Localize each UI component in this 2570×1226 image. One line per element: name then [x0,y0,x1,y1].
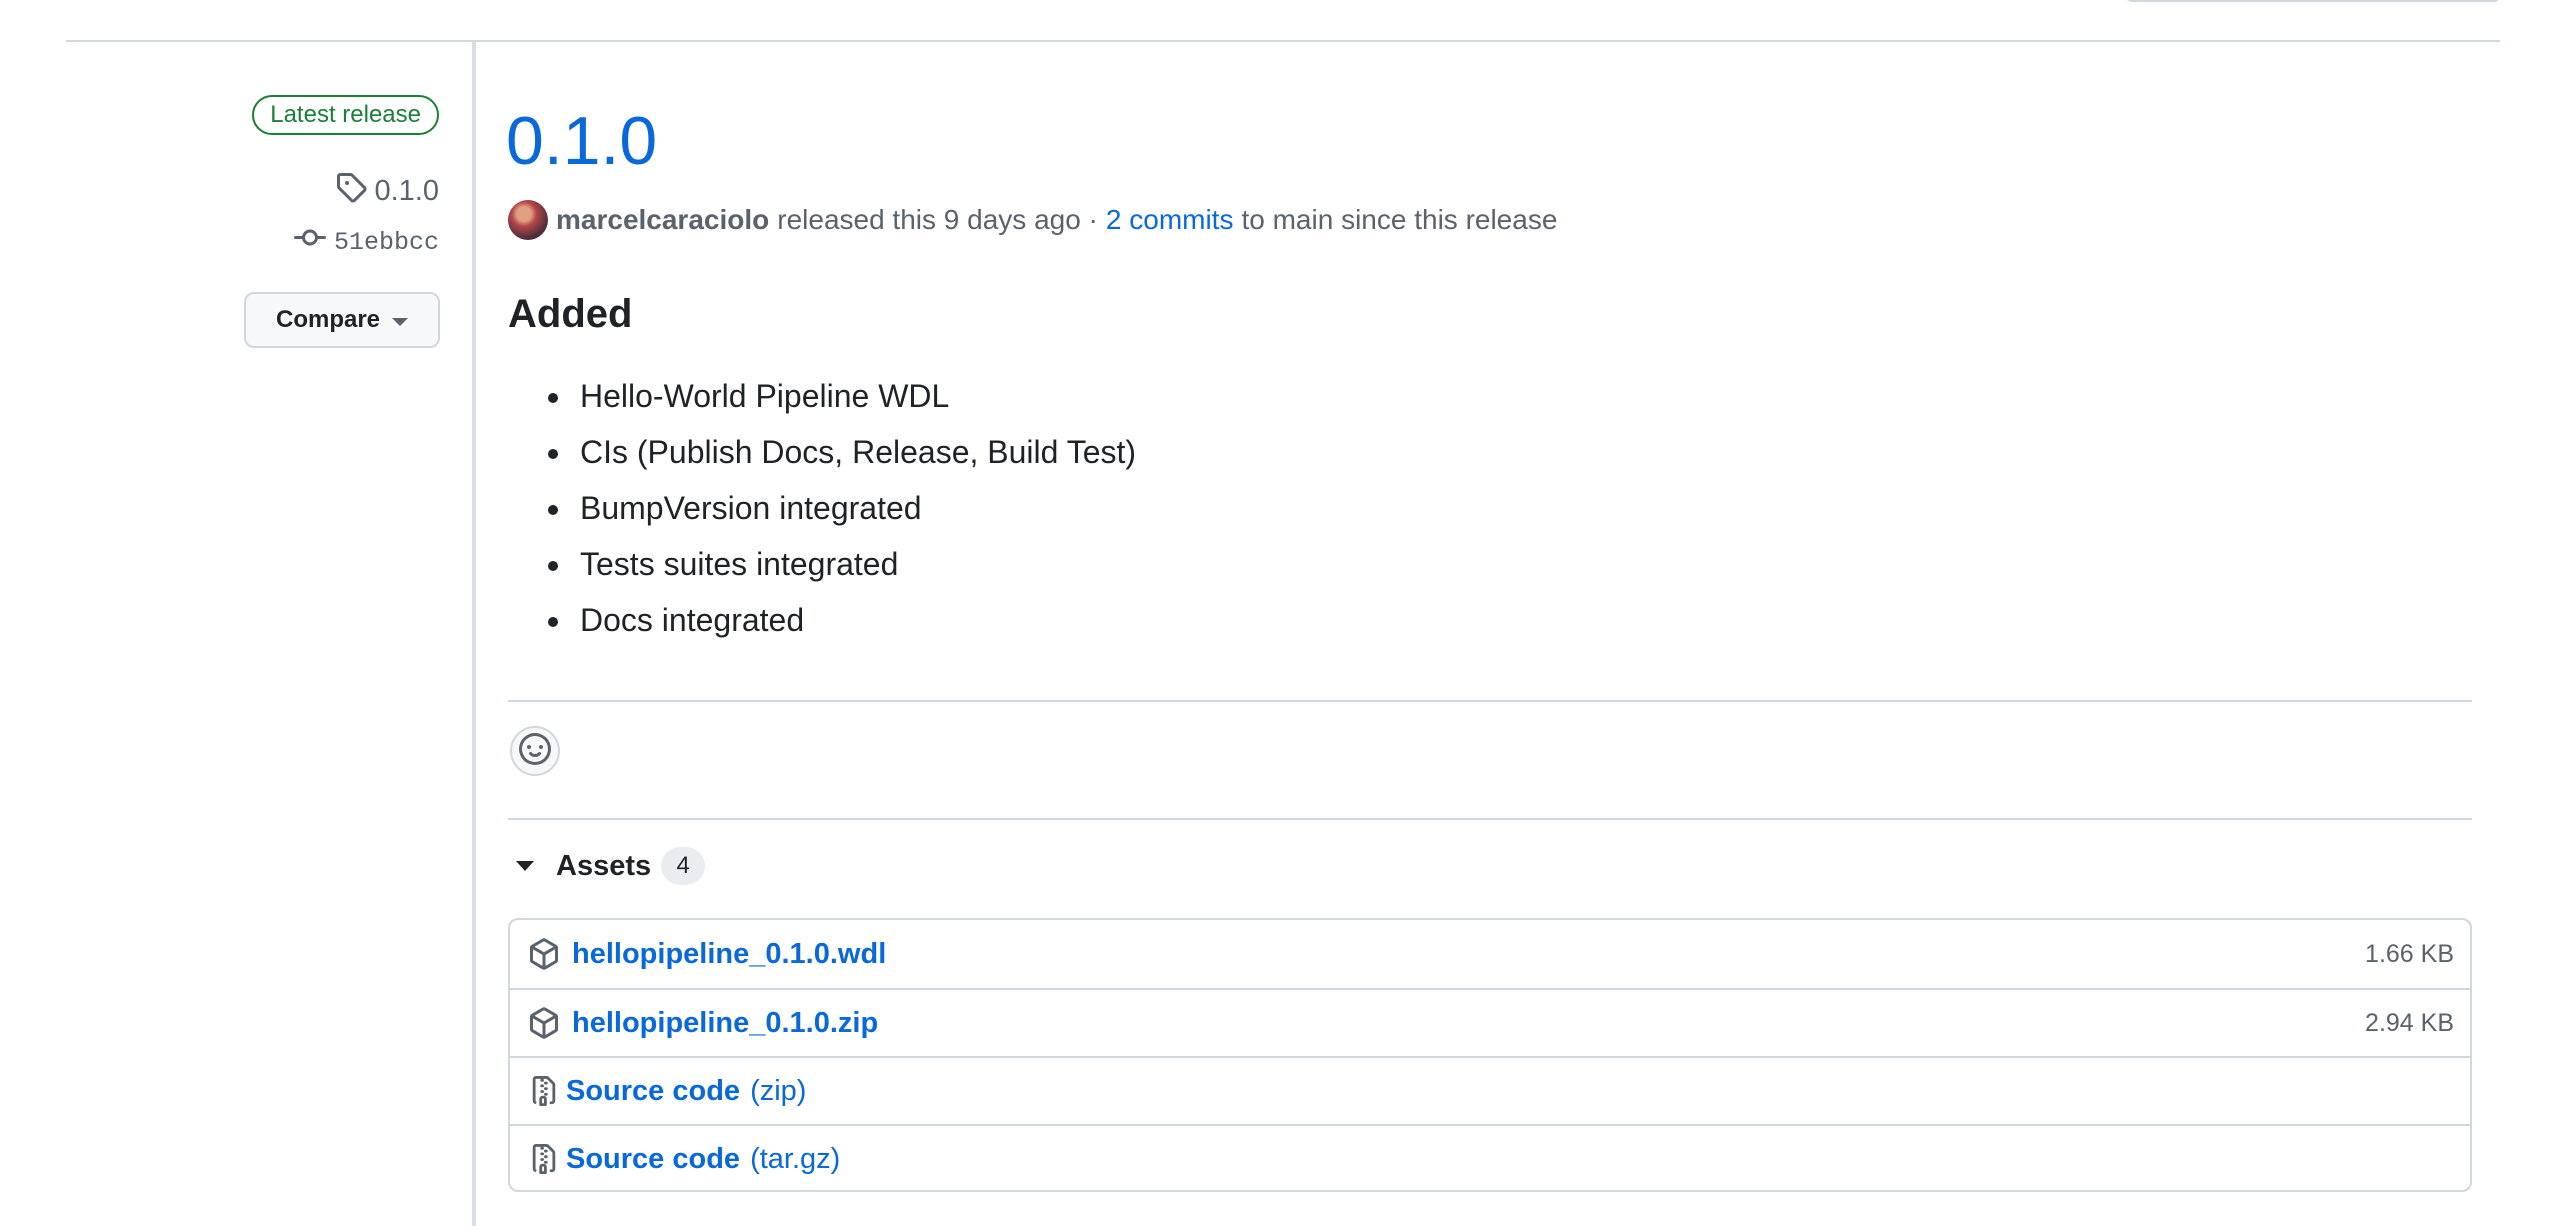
asset-size: 1.66 KB [2365,939,2454,968]
released-text: released this 9 days ago · [777,204,1098,235]
source-code-targz-link[interactable]: Source code [566,1143,740,1176]
add-reaction-button[interactable] [510,726,560,776]
notes-divider [508,700,2472,702]
list-item: Tests suites integrated [574,536,1136,592]
list-item: BumpVersion integrated [574,480,1136,536]
asset-download-link[interactable]: hellopipeline_0.1.0.wdl [572,938,886,971]
package-icon [528,938,560,970]
file-zip-icon [528,1143,560,1175]
release-timeline-line [472,42,476,1226]
asset-download-link[interactable]: hellopipeline_0.1.0.zip [572,1007,878,1040]
git-commit-icon [293,222,326,262]
assets-toggle[interactable]: Assets 4 [514,844,706,888]
top-divider [66,40,2500,42]
assets-count-badge: 4 [661,847,706,885]
commits-suffix: to main since this release [1241,204,1558,235]
list-item: CIs (Publish Docs, Release, Build Test) [574,424,1136,480]
avatar[interactable] [508,200,548,240]
sidebar-tag-link[interactable]: 0.1.0 [335,171,440,211]
latest-release-badge: Latest release [252,95,439,135]
asset-size: 2.94 KB [2365,1008,2454,1037]
header-button-edge[interactable] [2125,0,2501,2]
notes-heading: Added [508,292,633,336]
tag-icon [335,171,367,211]
sidebar-commit-link[interactable]: 51ebbcc [293,222,439,262]
smiley-icon [519,732,551,770]
package-icon [528,1007,560,1039]
list-item: Docs integrated [574,592,1136,648]
author-link[interactable]: marcelcaraciolo [556,204,769,236]
release-meta: marcelcaraciolo released this 9 days ago… [508,198,1557,242]
asset-row: Source code (zip) [510,1056,2470,1124]
chevron-down-icon [392,318,409,326]
asset-row: Source code (tar.gz) [510,1124,2470,1192]
asset-row: hellopipeline_0.1.0.zip 2.94 KB [510,988,2470,1056]
commit-sha: 51ebbcc [333,227,439,257]
file-zip-icon [528,1075,560,1107]
assets-list: hellopipeline_0.1.0.wdl 1.66 KB hellopip… [508,918,2472,1192]
source-code-zip-link[interactable]: Source code [566,1075,740,1108]
assets-divider [508,818,2472,820]
asset-row: hellopipeline_0.1.0.wdl 1.66 KB [510,920,2470,988]
asset-format[interactable]: (zip) [750,1075,806,1108]
assets-label: Assets [556,849,652,882]
commits-link[interactable]: 2 commits [1106,204,1234,236]
asset-format[interactable]: (tar.gz) [750,1143,840,1176]
list-item: Hello-World Pipeline WDL [574,368,1136,424]
release-title[interactable]: 0.1.0 [506,96,657,186]
tag-label: 0.1.0 [374,174,440,207]
compare-button[interactable]: Compare [244,292,440,348]
compare-label: Compare [275,306,381,333]
release-notes-list: Hello-World Pipeline WDL CIs (Publish Do… [538,368,1136,648]
triangle-down-icon [516,861,534,871]
